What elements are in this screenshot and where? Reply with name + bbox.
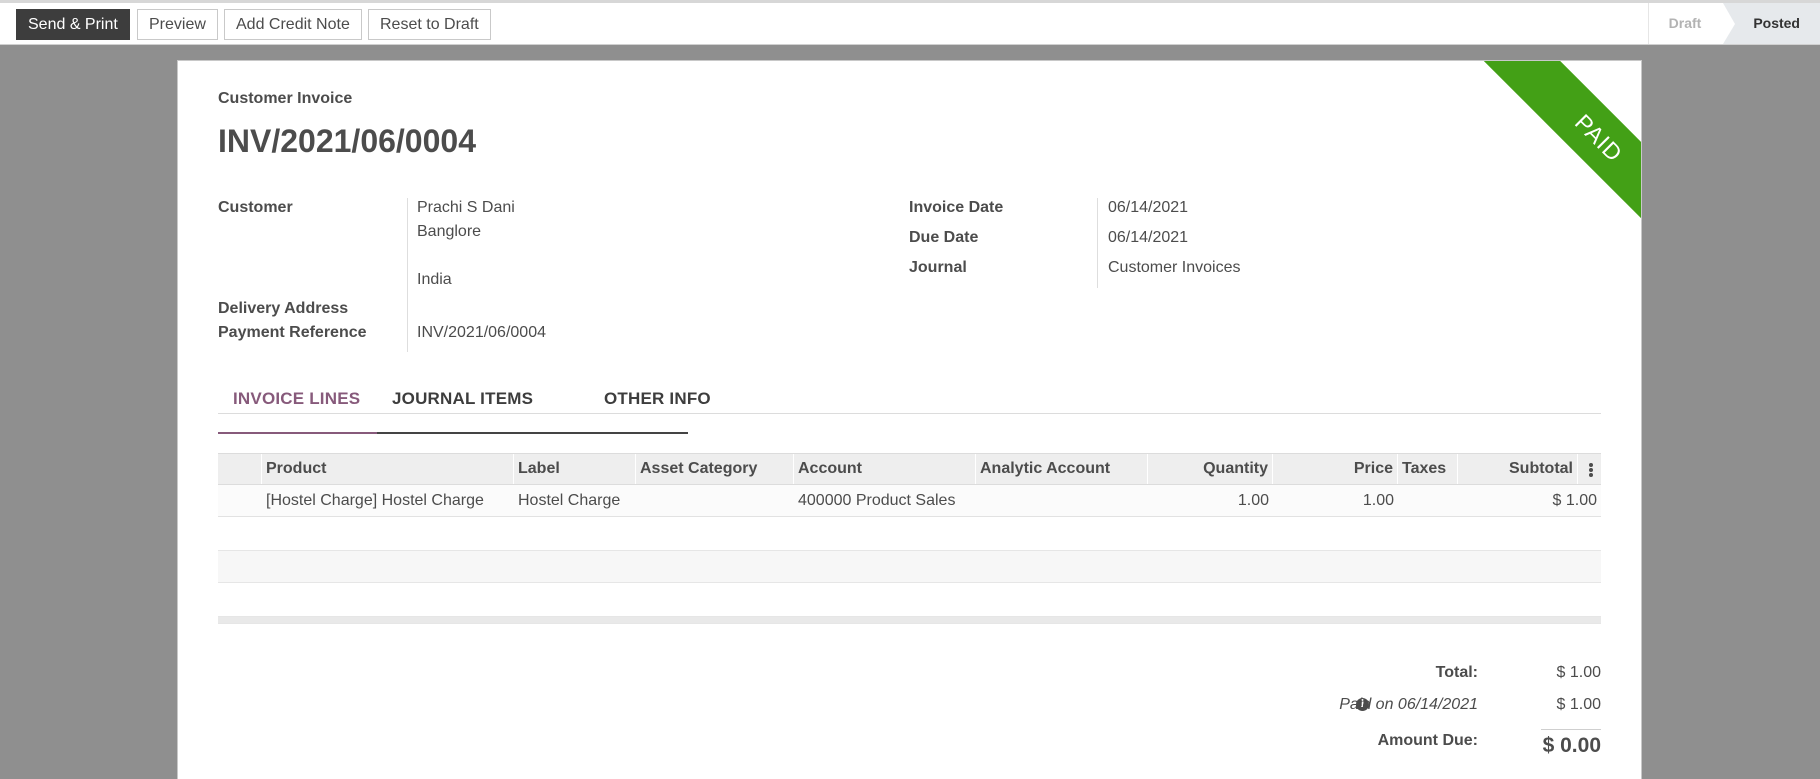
- payment-reference-label: Payment Reference: [218, 324, 367, 341]
- invoice-date-value: 06/14/2021: [1108, 199, 1189, 216]
- cell-price: 1.00: [1362, 492, 1394, 509]
- column-account[interactable]: Account: [794, 454, 976, 484]
- cell-subtotal: $ 1.00: [1552, 492, 1597, 509]
- tab-other-info[interactable]: OTHER INFO: [604, 389, 711, 414]
- customer-country: India: [417, 271, 452, 288]
- tab-invoice-lines[interactable]: INVOICE LINES: [233, 389, 360, 414]
- cell-quantity: 1.00: [1237, 492, 1269, 509]
- amount-due-label: Amount Due:: [1377, 732, 1478, 749]
- cell-label: Hostel Charge: [518, 492, 621, 509]
- journal-value[interactable]: Customer Invoices: [1108, 259, 1241, 277]
- invoice-sheet: PAID Customer Invoice INV/2021/06/0004 C…: [177, 60, 1642, 779]
- column-product[interactable]: Product: [262, 454, 514, 484]
- cell-product: [Hostel Charge] Hostel Charge: [266, 492, 484, 509]
- status-stage-draft[interactable]: Draft: [1647, 3, 1735, 44]
- total-value: $ 1.00: [1556, 664, 1601, 681]
- cell-account: 400000 Product Sales: [798, 492, 956, 509]
- column-price[interactable]: Price: [1273, 454, 1398, 484]
- tab-underline: [377, 432, 688, 434]
- status-bar: Draft Posted: [1647, 3, 1820, 44]
- notebook-tabs: INVOICE LINES JOURNAL ITEMS OTHER INFO: [218, 389, 1601, 414]
- payment-reference-value: INV/2021/06/0004: [417, 324, 546, 341]
- document-kind: Customer Invoice: [218, 90, 353, 107]
- column-taxes[interactable]: Taxes: [1398, 454, 1458, 484]
- customer-city: Banglore: [417, 223, 482, 240]
- cell-asset-category: [636, 485, 794, 516]
- control-panel: Send & Print Preview Add Credit Note Res…: [0, 0, 1820, 45]
- add-credit-note-button[interactable]: Add Credit Note: [224, 9, 362, 40]
- tab-journal-items[interactable]: JOURNAL ITEMS: [392, 389, 533, 414]
- paid-ribbon-label: PAID: [1480, 61, 1641, 257]
- due-date-label: Due Date: [909, 229, 979, 246]
- column-subtotal[interactable]: Subtotal: [1458, 454, 1578, 484]
- paid-on-value: $ 1.00: [1556, 696, 1601, 713]
- send-print-button[interactable]: Send & Print: [16, 9, 130, 40]
- table-row[interactable]: [Hostel Charge] Hostel Charge Hostel Cha…: [218, 485, 1601, 517]
- column-handle: [218, 454, 262, 484]
- invoice-lines-header: Product Label Asset Category Account Ana…: [218, 453, 1601, 485]
- left-group-divider: [407, 198, 408, 352]
- cell-analytic-account: [976, 485, 1148, 516]
- total-label: Total:: [1435, 664, 1478, 681]
- table-footer: [218, 616, 1601, 624]
- column-asset-category[interactable]: Asset Category: [636, 454, 794, 484]
- customer-label: Customer: [218, 199, 293, 216]
- optional-columns-icon[interactable]: [1589, 463, 1593, 477]
- due-date-value: 06/14/2021: [1108, 229, 1189, 246]
- paid-ribbon: PAID: [1441, 61, 1641, 261]
- journal-label: Journal: [909, 259, 967, 276]
- column-label[interactable]: Label: [514, 454, 636, 484]
- cell-taxes: [1398, 485, 1458, 516]
- status-stage-posted[interactable]: Posted: [1723, 3, 1820, 44]
- customer-name[interactable]: Prachi S Dani: [417, 199, 515, 217]
- invoice-date-label: Invoice Date: [909, 199, 1004, 216]
- preview-button[interactable]: Preview: [137, 9, 218, 40]
- column-analytic-account[interactable]: Analytic Account: [976, 454, 1148, 484]
- amount-due-value: $ 0.00: [1541, 729, 1601, 758]
- right-group-divider: [1097, 198, 1098, 288]
- invoice-number-title: INV/2021/06/0004: [218, 123, 476, 159]
- paid-on-label: Paid on 06/14/2021: [1339, 696, 1478, 713]
- active-tab-underline: [218, 432, 377, 434]
- empty-row: [218, 550, 1601, 583]
- reset-to-draft-button[interactable]: Reset to Draft: [368, 9, 491, 40]
- delivery-address-label: Delivery Address: [218, 300, 349, 317]
- column-quantity[interactable]: Quantity: [1148, 454, 1273, 484]
